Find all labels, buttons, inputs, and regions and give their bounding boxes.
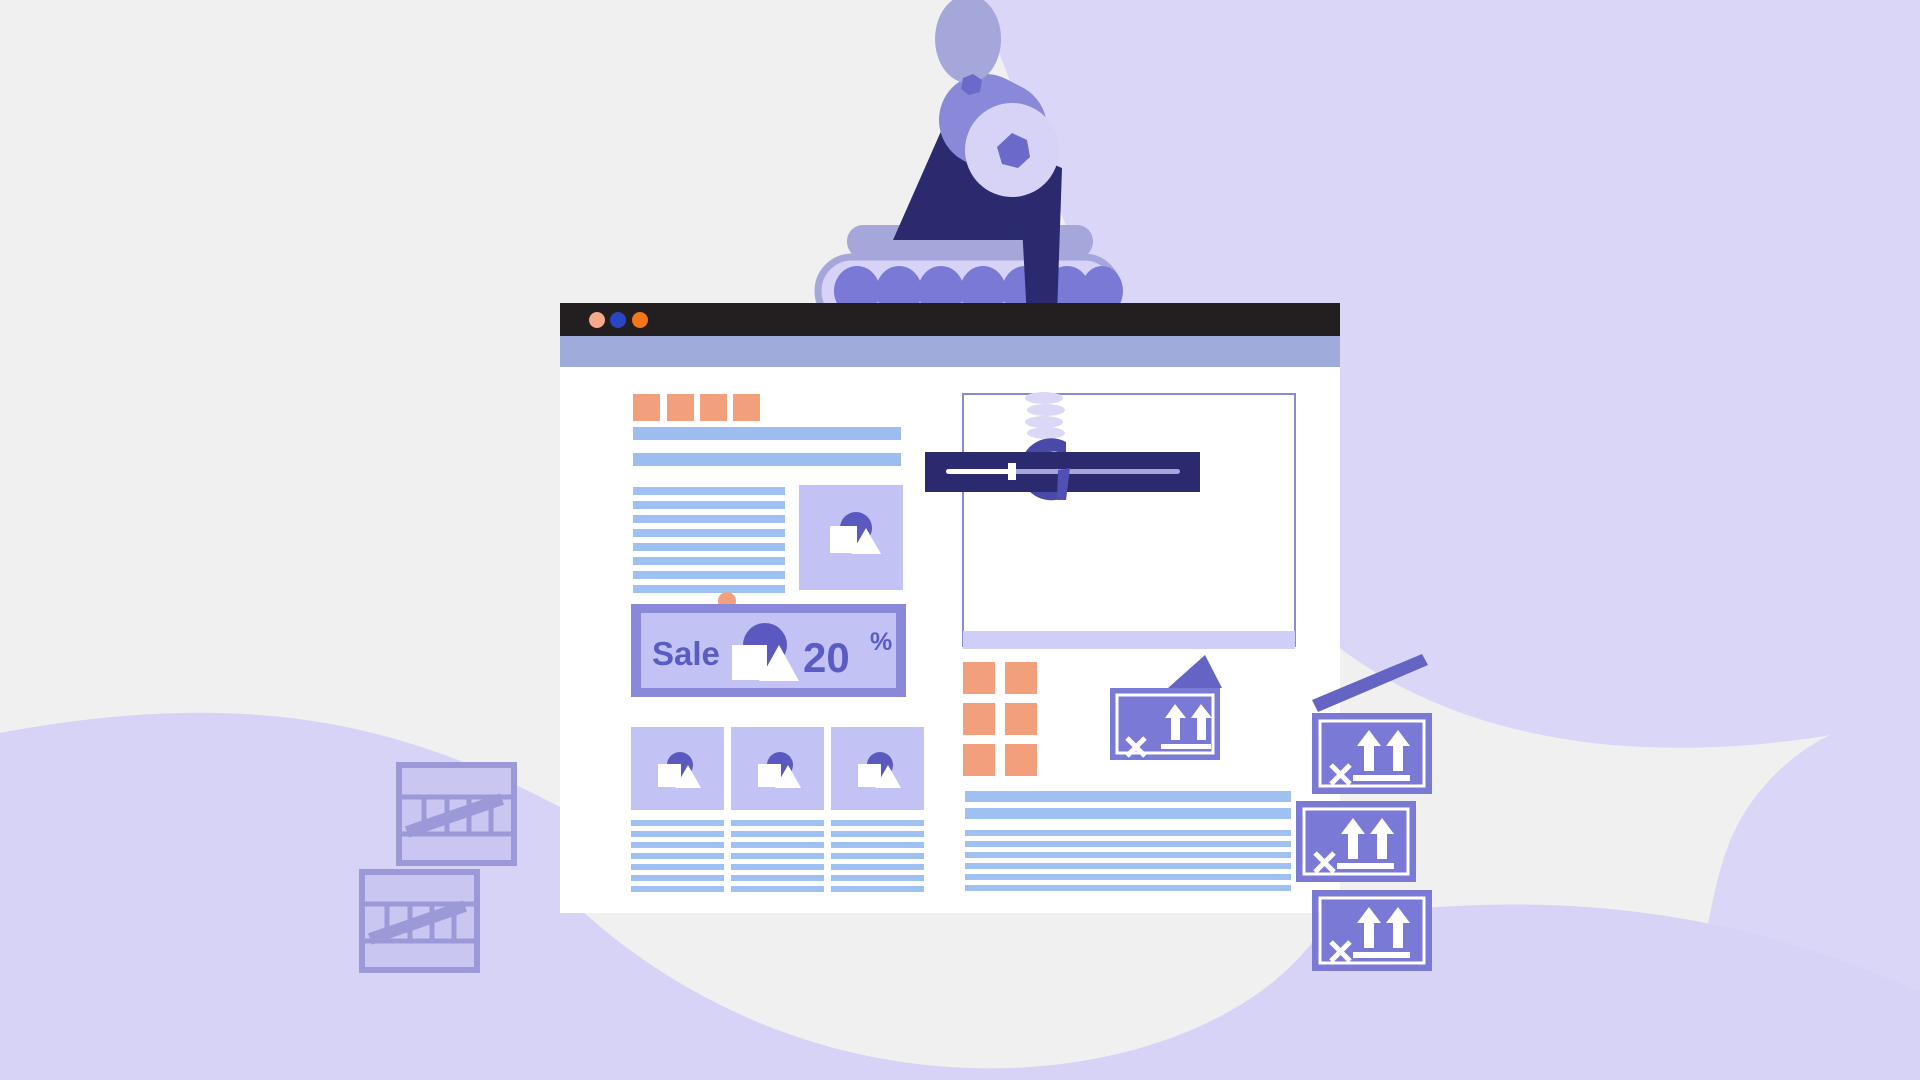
shipping-box[interactable]	[1312, 890, 1432, 971]
shipping-box[interactable]	[1296, 801, 1416, 882]
box-flap	[1168, 655, 1222, 688]
wooden-crate[interactable]	[359, 869, 480, 973]
wooden-crate[interactable]	[396, 762, 517, 866]
crate-lid-board	[1312, 654, 1428, 712]
illustration-stage: Sale 20 %	[0, 0, 1920, 1080]
shipping-box[interactable]	[1110, 655, 1222, 760]
shipping-box[interactable]	[1312, 713, 1432, 794]
packages-layer	[359, 654, 1432, 973]
